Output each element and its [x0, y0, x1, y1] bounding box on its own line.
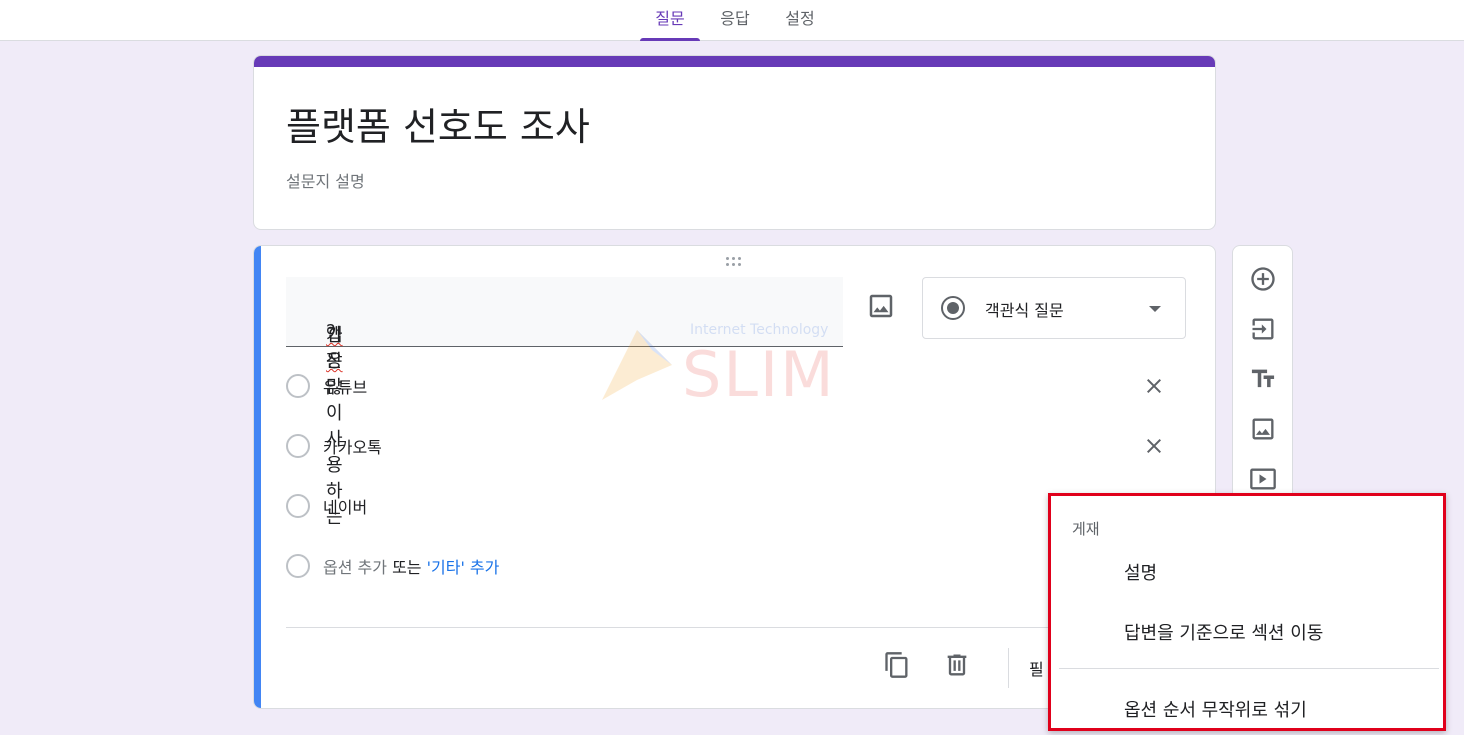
add-option-link[interactable]: 옵션 추가	[323, 558, 387, 577]
caret-down-icon	[1149, 306, 1161, 312]
add-video-icon[interactable]	[1249, 465, 1277, 493]
radio-circle-icon	[286, 374, 310, 398]
question-active-band	[254, 246, 261, 708]
form-title-card[interactable]: 플랫폼 선호도 조사 설문지 설명	[253, 55, 1216, 230]
add-other-link[interactable]: '기타' 추가	[427, 558, 500, 577]
question-type-select[interactable]: 객관식 질문	[922, 277, 1186, 339]
radio-circle-icon	[286, 494, 310, 518]
question-options-menu: 게재 설명 답변을 기준으로 섹션 이동 옵션 순서 무작위로 섞기	[1048, 493, 1446, 731]
tab-questions-label: 질문	[655, 9, 685, 28]
add-option-or: 또는	[392, 558, 422, 577]
import-questions-icon[interactable]	[1249, 315, 1277, 343]
add-question-icon[interactable]	[1249, 265, 1277, 293]
floating-toolbar	[1232, 245, 1293, 505]
menu-item-description[interactable]: 설명	[1124, 559, 1157, 585]
trash-icon[interactable]	[943, 651, 971, 679]
option-label[interactable]: 네이버	[323, 494, 367, 518]
option-label[interactable]: 카카오톡	[323, 434, 382, 458]
add-image-icon[interactable]	[1249, 415, 1277, 443]
menu-header: 게재	[1072, 520, 1100, 538]
tab-settings-label: 설정	[785, 9, 815, 28]
close-icon[interactable]	[1142, 374, 1166, 398]
radio-circle-icon	[286, 554, 310, 578]
add-image-icon[interactable]	[866, 291, 896, 321]
menu-item-go-to-section[interactable]: 답변을 기준으로 섹션 이동	[1124, 619, 1323, 645]
tab-responses[interactable]: 응답	[712, 5, 758, 41]
title-card-accent-band	[254, 56, 1215, 67]
form-title[interactable]: 플랫폼 선호도 조사	[286, 96, 590, 151]
tab-responses-label: 응답	[720, 9, 750, 28]
radio-button-icon	[941, 296, 965, 320]
form-description[interactable]: 설문지 설명	[286, 168, 365, 192]
menu-separator	[1059, 668, 1439, 669]
option-row[interactable]: 유튜브	[286, 366, 1186, 406]
footer-separator	[1008, 648, 1009, 688]
tab-questions[interactable]: 질문	[640, 5, 700, 41]
radio-circle-icon	[286, 434, 310, 458]
option-label[interactable]: 유튜브	[323, 374, 367, 398]
top-tab-bar: 질문 응답 설정	[0, 0, 1464, 41]
close-icon[interactable]	[1142, 434, 1166, 458]
tab-settings[interactable]: 설정	[777, 5, 823, 41]
question-title-input[interactable]: 가장 많이 사용하는 앱은?	[286, 277, 843, 528]
required-label: 필	[1029, 660, 1044, 679]
menu-item-shuffle-options[interactable]: 옵션 순서 무작위로 섞기	[1124, 696, 1307, 722]
drag-handle-icon[interactable]	[726, 256, 746, 268]
add-option-text: 옵션 추가 또는 '기타' 추가	[323, 554, 499, 578]
copy-icon[interactable]	[883, 651, 911, 679]
add-title-icon[interactable]	[1249, 365, 1277, 393]
question-type-label: 객관식 질문	[985, 301, 1064, 320]
option-row[interactable]: 카카오톡	[286, 426, 1186, 466]
